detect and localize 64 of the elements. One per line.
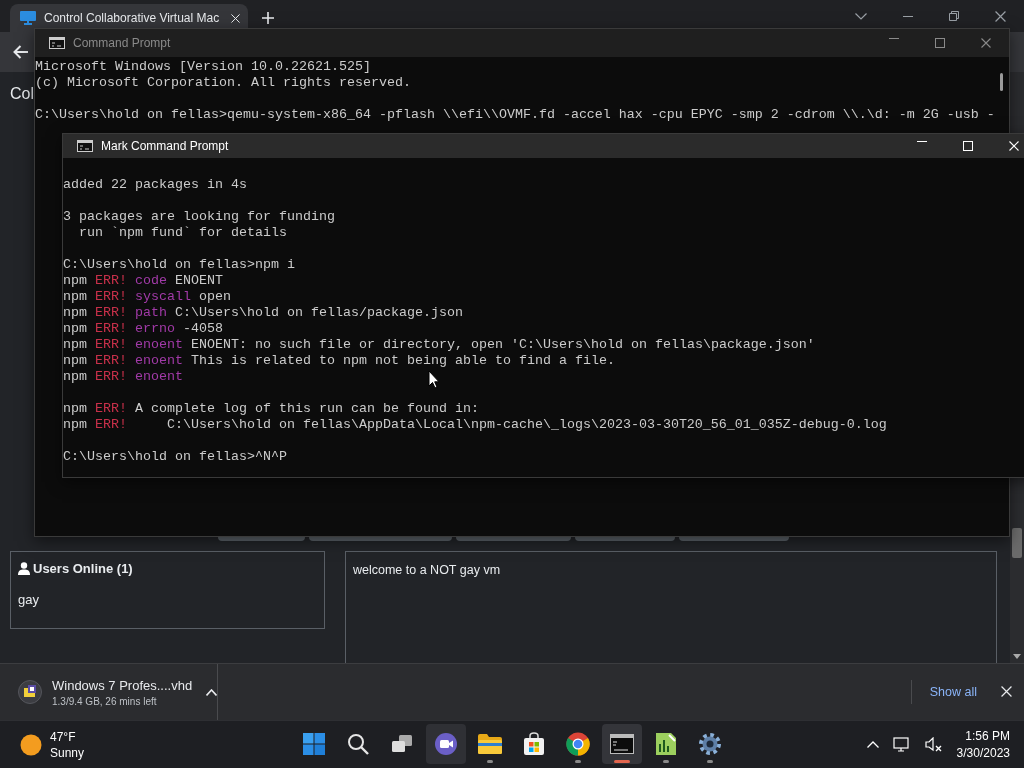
folder-icon (477, 733, 503, 755)
date: 3/30/2023 (956, 744, 1010, 762)
terminal-line: run `npm fund` for details (78, 225, 287, 241)
back-arrow-icon[interactable] (13, 45, 28, 59)
video-call-icon (434, 732, 458, 756)
user-name[interactable]: gay (18, 592, 317, 607)
window-title: Mark Command Prompt (101, 139, 230, 153)
monitor-icon (20, 11, 36, 25)
panel-title: Users Online (1) (33, 561, 133, 576)
scrollbar-thumb[interactable] (1000, 73, 1003, 91)
terminal-line: npm ERR! syscall open (63, 289, 231, 305)
volume-muted-icon[interactable] (924, 736, 943, 753)
network-icon[interactable] (892, 736, 911, 753)
terminal-line: 3 packages are looking for funding (63, 209, 335, 225)
terminal-line: npm ERR! code ENOENT (63, 273, 223, 289)
shopping-bag-icon (523, 732, 545, 756)
terminal-line: npm ERR! C:\Users\hold on fellas\AppData\Local\npm-cache\_logs\2023-03-30T20_56_01_035Z-debug-0.log (63, 417, 887, 433)
terminal-line: Microsoft Windows [Version 10.0.22621.525] (35, 59, 371, 75)
terminal-line: npm ERR! errno -4058 (63, 321, 223, 337)
taskbar-button[interactable] (426, 724, 466, 764)
terminal-line: C:\Users\hold on fellas>qemu-system-x86_64 -pflash \\efi\\OVMF.fd -accel hax -cpu EPYC -smp 2 -cdrom \\.\d: -m 2G -usb - (35, 107, 995, 123)
show-all-link[interactable]: Show all (910, 680, 995, 704)
clock[interactable]: 1:56 PM 3/30/2023 (956, 727, 1010, 762)
terminal-line: C:\Users\hold on fellas>^N^P (63, 449, 287, 465)
tricolor-circle-icon (566, 732, 590, 756)
console-icon (77, 140, 93, 152)
new-tab-icon[interactable] (262, 12, 274, 24)
minimize-icon[interactable] (903, 15, 913, 17)
mouse-pointer-icon (428, 370, 440, 389)
file-icon (18, 680, 42, 704)
window-title: Command Prompt (73, 36, 172, 50)
taskbar-button[interactable] (602, 724, 642, 764)
file-name: Windows 7 Profes....vhd (52, 677, 194, 693)
temperature: 47°F (50, 728, 77, 745)
terminal-line: npm ERR! enoent This is related to npm not being able to find a file. (63, 353, 615, 369)
chevron-down-icon[interactable] (855, 12, 867, 20)
chevron-up-icon[interactable] (206, 688, 217, 696)
chat-message: welcome to a NOT gay vm (353, 563, 502, 577)
gear-icon (698, 732, 722, 756)
person-icon (18, 562, 30, 575)
task-view-icon (391, 734, 413, 754)
restore-icon[interactable] (949, 11, 959, 21)
close-icon[interactable] (995, 10, 1006, 22)
time: 1:56 PM (964, 727, 1010, 745)
weather-condition: Sunny (50, 744, 85, 761)
search-icon (347, 733, 369, 755)
scrollbar-thumb[interactable] (1012, 528, 1022, 558)
weather-widget[interactable]: 47°F Sunny (0, 721, 170, 768)
page-heading: Col (10, 84, 35, 104)
terminal-line: npm ERR! path C:\Users\hold on fellas/package.json (63, 305, 463, 321)
terminal-line: C:\Users\hold on fellas>npm i (63, 257, 295, 273)
terminal-line: npm ERR! A complete log of this run can be found in: (63, 401, 479, 417)
terminal-line: (c) Microsoft Corporation. All rights reserved. (35, 75, 411, 91)
terminal-line: npm ERR! enoent (63, 369, 183, 385)
console-window[interactable] (62, 133, 1024, 478)
sun-icon (20, 733, 42, 756)
windows-logo-icon (303, 733, 325, 755)
scroll-down-icon[interactable] (1013, 654, 1021, 659)
console-icon (49, 37, 65, 49)
terminal-icon (610, 734, 634, 754)
terminal-line: added 22 packages in 4s (63, 177, 247, 193)
terminal-line: npm ERR! enoent ENOENT: no such file or directory, open 'C:\Users\hold on fellas\package.json' (63, 337, 815, 353)
download-status: 1.3/9.4 GB, 26 mins left (52, 695, 158, 707)
chart-document-icon (655, 732, 677, 756)
